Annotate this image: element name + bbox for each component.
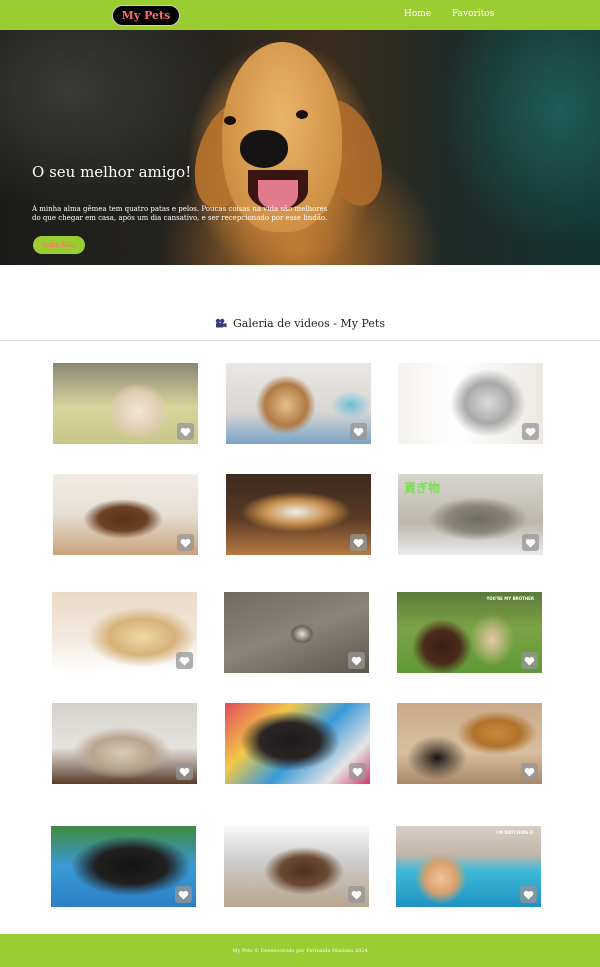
- favorite-heart-button[interactable]: [348, 652, 365, 669]
- video-thumbnail-puppies-on-cushion[interactable]: [224, 826, 369, 907]
- divider: [0, 340, 600, 341]
- favorite-heart-button[interactable]: [350, 423, 367, 440]
- heart-icon: [523, 890, 534, 900]
- saiba-mais-button[interactable]: Saiba Mais: [33, 236, 85, 254]
- nav-link-favoritos[interactable]: Favoritos: [452, 9, 494, 19]
- heart-icon: [178, 890, 189, 900]
- favorite-heart-button[interactable]: [349, 763, 366, 780]
- video-thumbnail-calico-cat[interactable]: [226, 474, 371, 555]
- video-thumbnail-labrador-baby[interactable]: YOU'RE MY BROTHER: [397, 592, 542, 673]
- footer-text: My Pets © Desenvolvido por Fernanda Mari…: [232, 947, 368, 954]
- video-thumbnail-golden-retriever-kittens[interactable]: [52, 592, 197, 673]
- favorite-heart-button[interactable]: [521, 763, 538, 780]
- video-thumbnail-labrador-puppies[interactable]: [225, 703, 370, 784]
- heart-icon: [179, 656, 190, 666]
- favorite-heart-button[interactable]: [177, 423, 194, 440]
- video-thumbnail-dachshund-puppy[interactable]: [53, 474, 198, 555]
- video-overlay-text: YOU'RE MY BROTHER: [486, 596, 534, 601]
- hero-text: A minha alma gêmea tem quatro patas e pe…: [32, 205, 328, 222]
- hero-title: O seu melhor amigo!: [32, 163, 192, 181]
- hero-image-dog-nose: [240, 130, 288, 168]
- favorite-heart-button[interactable]: [348, 886, 365, 903]
- gallery-title-text: Galeria de videos - My Pets: [233, 317, 385, 330]
- heart-icon: [524, 656, 535, 666]
- video-thumbnail-siamese-cat[interactable]: [52, 703, 197, 784]
- hero-banner: [0, 30, 600, 265]
- footer: My Pets © Desenvolvido por Fernanda Mari…: [0, 934, 600, 967]
- hero-image-dog-eye: [296, 110, 308, 119]
- favorite-heart-button[interactable]: [521, 652, 538, 669]
- heart-icon: [351, 656, 362, 666]
- video-thumbnail-tabby-cat[interactable]: 貰ぎ物: [398, 474, 543, 555]
- favorite-heart-button[interactable]: [177, 534, 194, 551]
- heart-icon: [180, 538, 191, 548]
- nav-link-home[interactable]: Home: [404, 9, 431, 19]
- favorite-heart-button[interactable]: [522, 534, 539, 551]
- heart-icon: [179, 767, 190, 777]
- favorite-heart-button[interactable]: [350, 534, 367, 551]
- video-thumbnail-baby-in-pool[interactable]: I'M WATCHING U: [396, 826, 541, 907]
- video-camera-icon: [215, 318, 227, 331]
- heart-icon: [353, 538, 364, 548]
- favorite-heart-button[interactable]: [520, 886, 537, 903]
- heart-icon: [180, 427, 191, 437]
- video-overlay-text: I'M WATCHING U: [496, 830, 533, 835]
- navbar: My Pets Home Favoritos: [0, 0, 600, 30]
- heart-icon: [353, 427, 364, 437]
- heart-icon: [351, 890, 362, 900]
- favorite-heart-button[interactable]: [175, 886, 192, 903]
- video-overlay-text: 貰ぎ物: [404, 481, 441, 495]
- video-thumbnail-shih-tzu-puppy[interactable]: [226, 363, 371, 444]
- video-thumbnail-dachshund-and-cat[interactable]: [397, 703, 542, 784]
- hero-image-dog-eye: [224, 116, 236, 125]
- favorite-heart-button[interactable]: [522, 423, 539, 440]
- video-thumbnail-black-labrador-nursing[interactable]: [51, 826, 196, 907]
- heart-icon: [352, 767, 363, 777]
- gallery-title: Galeria de videos - My Pets: [0, 317, 600, 331]
- brand-logo[interactable]: My Pets: [112, 5, 180, 26]
- favorite-heart-button[interactable]: [176, 763, 193, 780]
- video-thumbnail-pekingese-puppy[interactable]: [53, 363, 198, 444]
- video-thumbnail-kitten-on-floor[interactable]: [224, 592, 369, 673]
- video-thumbnail-chihuahua-puppy[interactable]: [398, 363, 543, 444]
- heart-icon: [524, 767, 535, 777]
- favorite-heart-button[interactable]: [176, 652, 193, 669]
- heart-icon: [525, 427, 536, 437]
- heart-icon: [525, 538, 536, 548]
